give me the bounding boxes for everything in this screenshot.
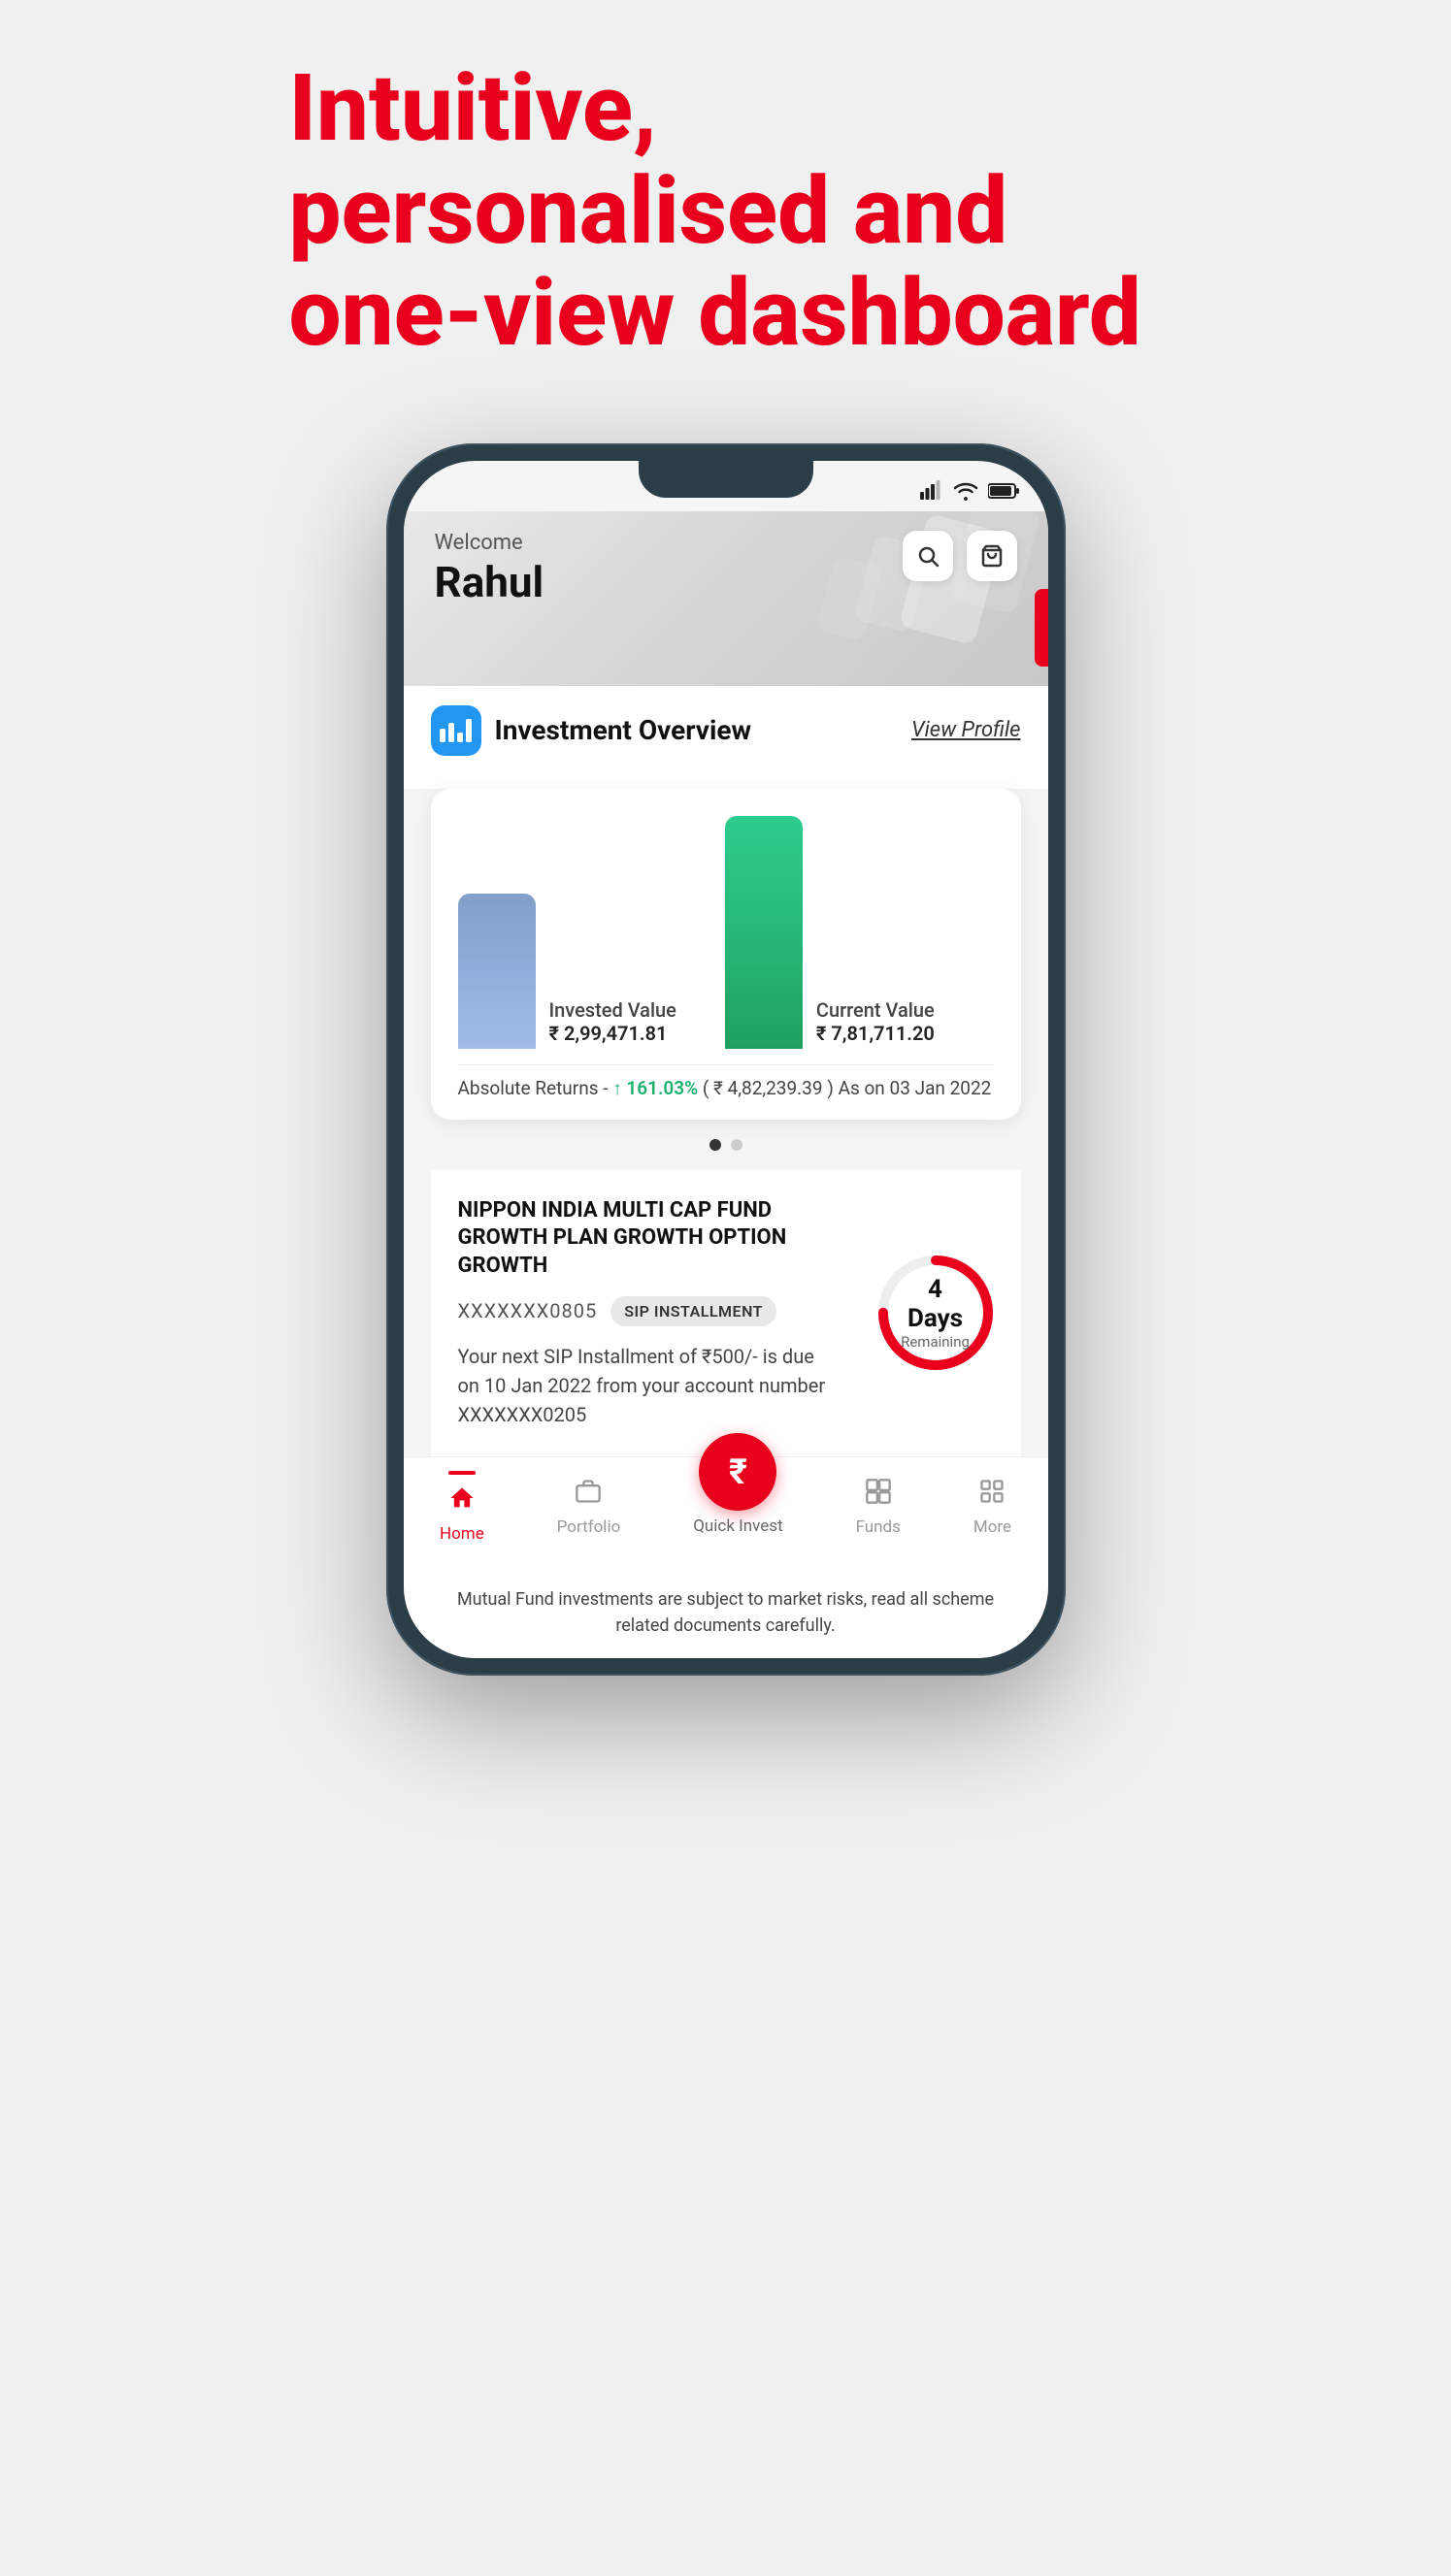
current-group: Current Value ₹ 7,81,711.20 — [725, 816, 935, 1049]
portfolio-label: Portfolio — [557, 1517, 621, 1537]
returns-amount: ( ₹ 4,82,239.39 ) — [703, 1077, 834, 1099]
funds-label: Funds — [856, 1517, 901, 1537]
nav-home[interactable]: Home — [440, 1471, 484, 1544]
wifi-icon — [953, 481, 978, 505]
nav-quick-invest[interactable]: ₹ Quick Invest — [693, 1478, 782, 1536]
phone-frame: Welcome Rahul — [386, 443, 1066, 1676]
invested-info: Invested Value ₹ 2,99,471.81 — [549, 998, 676, 1049]
disclaimer: Mutual Fund investments are subject to m… — [404, 1567, 1048, 1658]
home-active-indicator — [448, 1471, 476, 1475]
remaining-label: Remaining — [901, 1333, 970, 1351]
overview-section: Investment Overview View Profile — [404, 686, 1048, 789]
header-actions — [903, 531, 1017, 581]
chart-icon-box — [431, 705, 481, 756]
invested-label: Invested Value — [549, 998, 676, 1022]
invested-value: ₹ 2,99,471.81 — [549, 1022, 676, 1045]
phone-screen: Welcome Rahul — [404, 461, 1048, 1658]
home-icon — [448, 1484, 476, 1518]
funds-icon — [865, 1478, 892, 1512]
invested-bar — [458, 894, 536, 1049]
headline-text: Intuitive, personalised and one-view das… — [289, 58, 1163, 366]
returns-row: Absolute Returns - ↑ 161.03% ( ₹ 4,82,23… — [458, 1064, 994, 1100]
current-bar — [725, 816, 803, 1049]
current-label: Current Value — [816, 998, 935, 1022]
quick-invest-btn[interactable]: ₹ — [699, 1433, 776, 1511]
investment-card: Invested Value ₹ 2,99,471.81 Current Val… — [431, 789, 1021, 1120]
circle-timer: 4 Days Remaining — [877, 1255, 994, 1371]
signal-icon — [920, 480, 943, 505]
sip-fund-name: NIPPON INDIA MULTI CAP FUND GROWTH PLAN … — [458, 1197, 827, 1281]
header-area: Welcome Rahul — [404, 511, 1048, 686]
bottom-nav: Home Portfolio ₹ Quick Invest — [404, 1456, 1048, 1567]
days-remaining: 4 Days — [901, 1275, 970, 1333]
dot-1[interactable] — [709, 1139, 721, 1151]
current-info: Current Value ₹ 7,81,711.20 — [816, 998, 935, 1049]
sip-account-num: XXXXXXX0805 — [458, 1299, 598, 1322]
battery-icon — [988, 482, 1019, 504]
overview-title: Investment Overview — [495, 714, 752, 746]
cart-button[interactable] — [967, 531, 1017, 581]
nav-portfolio[interactable]: Portfolio — [557, 1478, 621, 1537]
invested-group: Invested Value ₹ 2,99,471.81 — [458, 894, 676, 1049]
rupee-icon: ₹ — [729, 1451, 747, 1492]
sip-description: Your next SIP Installment of ₹500/- is d… — [458, 1342, 827, 1429]
more-icon — [978, 1478, 1006, 1512]
more-label: More — [973, 1517, 1011, 1537]
phone-notch — [639, 461, 813, 498]
sip-card: NIPPON INDIA MULTI CAP FUND GROWTH PLAN … — [431, 1170, 1021, 1456]
nav-more[interactable]: More — [973, 1478, 1011, 1537]
dot-2[interactable] — [731, 1139, 742, 1151]
returns-label: Absolute Returns - — [458, 1077, 609, 1099]
portfolio-icon — [575, 1478, 602, 1512]
nav-funds[interactable]: Funds — [856, 1478, 901, 1537]
quick-invest-label: Quick Invest — [693, 1516, 782, 1536]
chart-bars-icon — [432, 711, 479, 750]
bars-row: Invested Value ₹ 2,99,471.81 Current Val… — [458, 816, 994, 1049]
overview-header: Investment Overview View Profile — [431, 686, 1021, 769]
search-button[interactable] — [903, 531, 953, 581]
current-value: ₹ 7,81,711.20 — [816, 1022, 935, 1045]
red-accent-bar — [1035, 589, 1048, 667]
overview-title-group: Investment Overview — [431, 705, 752, 756]
view-profile-link[interactable]: View Profile — [911, 718, 1021, 742]
sip-badge: SIP INSTALLMENT — [610, 1296, 776, 1326]
circle-text: 4 Days Remaining — [901, 1275, 970, 1351]
status-icons — [920, 480, 1019, 505]
headline-section: Intuitive, personalised and one-view das… — [289, 58, 1163, 366]
returns-percent: ↑ 161.03% — [612, 1077, 698, 1099]
phone-wrapper: Welcome Rahul — [377, 443, 1075, 1676]
disclaimer-text: Mutual Fund investments are subject to m… — [457, 1589, 994, 1636]
returns-date: As on 03 Jan 2022 — [839, 1077, 992, 1099]
home-label: Home — [440, 1524, 484, 1544]
carousel-dots — [404, 1139, 1048, 1151]
